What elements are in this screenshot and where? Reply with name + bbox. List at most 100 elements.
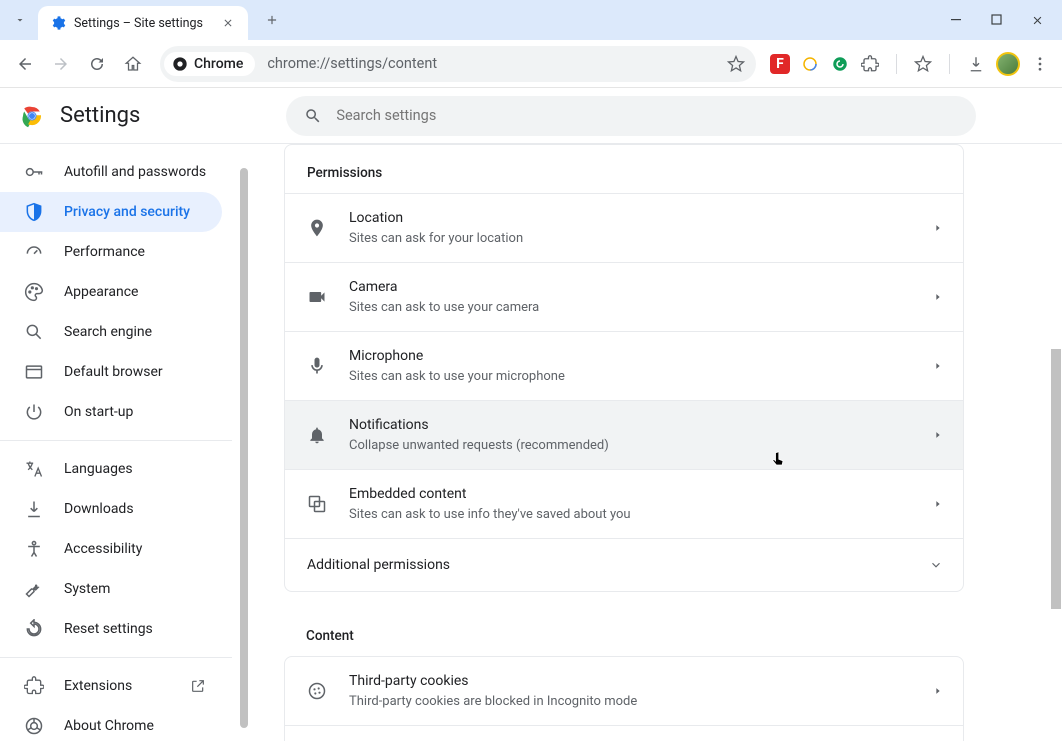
tab-close-button[interactable] [220, 15, 236, 31]
sidebar-item-label: Autofill and passwords [64, 164, 206, 180]
search-settings-input[interactable] [336, 107, 958, 124]
chrome-chip-label: Chrome [194, 56, 243, 72]
scrollbar-thumb[interactable] [1051, 349, 1061, 609]
cookie-icon [307, 681, 327, 701]
address-bar[interactable]: Chrome chrome://settings/content [160, 46, 756, 82]
sidebar-item-system[interactable]: System [0, 569, 222, 609]
home-button[interactable] [116, 47, 150, 81]
chevron-right-icon [933, 223, 943, 233]
site-info-chip[interactable]: Chrome [164, 52, 255, 76]
translate-icon [24, 459, 44, 479]
sidebar-item-appearance[interactable]: Appearance [0, 272, 222, 312]
browser-tab[interactable]: Settings – Site settings [38, 6, 248, 40]
window-maximize-button[interactable] [984, 7, 1010, 33]
chevron-right-icon [933, 361, 943, 371]
section-heading: Permissions [285, 145, 963, 193]
forward-button[interactable] [44, 47, 78, 81]
sidebar-item-startup[interactable]: On start-up [0, 392, 222, 432]
chevron-right-icon [933, 292, 943, 302]
sidebar-item-extensions[interactable]: Extensions [0, 666, 222, 706]
back-button[interactable] [8, 47, 42, 81]
camera-icon [307, 287, 327, 307]
window-titlebar: Settings – Site settings [0, 0, 1062, 40]
bookmarks-button[interactable] [913, 54, 933, 74]
new-tab-button[interactable] [258, 6, 286, 34]
content-title: Third-party cookies [349, 671, 911, 691]
search-settings-box[interactable] [286, 96, 976, 136]
permission-subtitle: Sites can ask to use your microphone [349, 368, 911, 386]
chevron-right-icon [933, 499, 943, 509]
extension-colorful-icon[interactable] [800, 54, 820, 74]
content-subtitle: Third-party cookies are blocked in Incog… [349, 693, 911, 711]
external-link-icon [190, 678, 206, 694]
sidebar-item-reset[interactable]: Reset settings [0, 609, 222, 649]
chrome-icon [172, 56, 188, 72]
permission-subtitle: Collapse unwanted requests (recommended) [349, 437, 911, 455]
scrollbar-thumb[interactable] [240, 168, 248, 728]
section-heading: Content [284, 612, 964, 656]
window-minimize-button[interactable] [944, 7, 970, 33]
sidebar-scrollbar[interactable] [240, 150, 248, 732]
puzzle-icon [24, 676, 44, 696]
sidebar-item-accessibility[interactable]: Accessibility [0, 529, 222, 569]
permissions-section: Permissions Location Sites can ask for y… [284, 144, 964, 592]
tab-search-button[interactable] [8, 8, 32, 32]
sidebar-item-label: Default browser [64, 364, 163, 380]
page-title: Settings [60, 103, 140, 128]
permission-row-microphone[interactable]: Microphone Sites can ask to use your mic… [285, 331, 963, 400]
browser-toolbar: Chrome chrome://settings/content F [0, 40, 1062, 88]
sidebar-item-label: About Chrome [64, 718, 154, 734]
speedometer-icon [24, 242, 44, 262]
content-row-cookies[interactable]: Third-party cookies Third-party cookies … [285, 657, 963, 725]
window-close-button[interactable] [1024, 7, 1050, 33]
sidebar-item-label: Privacy and security [64, 204, 190, 220]
sidebar-item-search-engine[interactable]: Search engine [0, 312, 222, 352]
content-section: Content Third-party cookies Third-party … [284, 612, 964, 741]
chevron-right-icon [933, 430, 943, 440]
sidebar-item-autofill[interactable]: Autofill and passwords [0, 152, 222, 192]
extensions-button[interactable] [860, 54, 880, 74]
sidebar-item-label: Performance [64, 244, 145, 260]
sidebar-item-about[interactable]: About Chrome [0, 706, 222, 741]
sidebar-item-label: Accessibility [64, 541, 142, 557]
permission-row-embedded[interactable]: Embedded content Sites can ask to use in… [285, 469, 963, 538]
downloads-button[interactable] [966, 54, 986, 74]
sidebar-item-label: Languages [64, 461, 133, 477]
permission-subtitle: Sites can ask to use info they've saved … [349, 506, 911, 524]
chevron-down-icon [929, 558, 943, 572]
extension-flipboard-icon[interactable]: F [770, 54, 790, 74]
bell-icon [307, 425, 327, 445]
browser-menu-button[interactable] [1030, 54, 1050, 74]
permission-row-location[interactable]: Location Sites can ask for your location [285, 193, 963, 262]
main-scrollbar[interactable] [1051, 144, 1061, 740]
permission-subtitle: Sites can ask for your location [349, 230, 911, 248]
sidebar-item-default-browser[interactable]: Default browser [0, 352, 222, 392]
url-text: chrome://settings/content [267, 55, 720, 72]
sidebar-item-languages[interactable]: Languages [0, 449, 222, 489]
additional-permissions-label: Additional permissions [307, 557, 929, 573]
extensions-area: F [766, 52, 1054, 76]
profile-avatar[interactable] [996, 52, 1020, 76]
sidebar-item-label: On start-up [64, 404, 133, 420]
search-icon [304, 107, 322, 125]
content-row-javascript[interactable]: JavaScript [285, 725, 963, 741]
sidebar-item-performance[interactable]: Performance [0, 232, 222, 272]
key-icon [24, 162, 44, 182]
location-icon [307, 218, 327, 238]
permission-row-camera[interactable]: Camera Sites can ask to use your camera [285, 262, 963, 331]
reload-button[interactable] [80, 47, 114, 81]
download-icon [24, 499, 44, 519]
permission-title: Location [349, 208, 911, 228]
tab-title: Settings – Site settings [74, 16, 212, 31]
sidebar-item-downloads[interactable]: Downloads [0, 489, 222, 529]
additional-permissions-row[interactable]: Additional permissions [285, 538, 963, 591]
permission-title: Microphone [349, 346, 911, 366]
permission-row-notifications[interactable]: Notifications Collapse unwanted requests… [285, 400, 963, 469]
extension-grammarly-icon[interactable] [830, 54, 850, 74]
bookmark-button[interactable] [720, 48, 752, 80]
sidebar-item-privacy[interactable]: Privacy and security [0, 192, 222, 232]
permission-title: Camera [349, 277, 911, 297]
reset-icon [24, 619, 44, 639]
permission-title: Notifications [349, 415, 911, 435]
palette-icon [24, 282, 44, 302]
